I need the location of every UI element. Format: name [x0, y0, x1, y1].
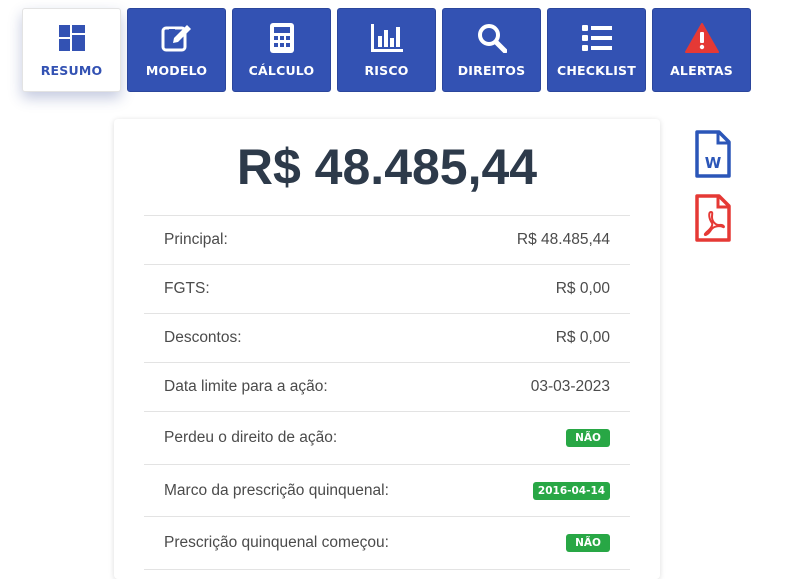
summary-row-perdeu-direito: Perdeu o direito de ação: NÃO: [144, 412, 630, 465]
tab-checklist[interactable]: CHECKLIST: [547, 8, 646, 92]
tab-direitos[interactable]: DIREITOS: [442, 8, 541, 92]
calculator-icon: [269, 22, 294, 53]
row-value: 03-03-2023: [530, 378, 610, 395]
row-label: Descontos:: [164, 329, 242, 346]
summary-row-data-limite: Data limite para a ação: 03-03-2023: [144, 363, 630, 412]
row-label: FGTS:: [164, 280, 210, 297]
status-badge: NÃO: [566, 429, 610, 447]
date-badge: 2016-04-14: [533, 481, 610, 500]
summary-row-fgts: FGTS: R$ 0,00: [144, 265, 630, 314]
row-label: Data limite para a ação:: [164, 378, 328, 395]
tab-label: DIREITOS: [457, 62, 526, 78]
list-icon: [581, 23, 612, 53]
tab-label: ALERTAS: [670, 62, 733, 78]
tab-label: CÁLCULO: [248, 62, 315, 78]
row-label: Marco da prescrição quinquenal:: [164, 481, 389, 499]
tab-resumo[interactable]: RESUMO: [22, 8, 121, 92]
tab-alertas[interactable]: ALERTAS: [652, 8, 751, 92]
tab-label: MODELO: [145, 62, 208, 78]
warning-icon: [684, 22, 719, 53]
tab-calculo[interactable]: CÁLCULO: [232, 8, 331, 92]
bar-chart-icon: [370, 23, 403, 53]
row-value: R$ 48.485,44: [516, 231, 610, 248]
tab-label: RISCO: [364, 62, 409, 78]
total-amount: R$ 48.485,44: [144, 119, 630, 216]
row-label: Perdeu o direito de ação:: [164, 429, 338, 446]
pdf-file-icon[interactable]: [695, 194, 731, 242]
summary-row-descontos: Descontos: R$ 0,00: [144, 314, 630, 363]
word-letter: W: [705, 154, 722, 172]
dashboard-icon: [58, 23, 85, 53]
row-value: R$ 0,00: [555, 280, 610, 297]
word-file-icon[interactable]: W: [695, 130, 731, 178]
tab-modelo[interactable]: MODELO: [127, 8, 226, 92]
status-badge: NÃO: [566, 534, 610, 552]
search-icon: [477, 23, 507, 53]
edit-icon: [161, 23, 193, 53]
summary-row-prescricao-comecou: Prescrição quinquenal começou: NÃO: [144, 517, 630, 570]
tab-label: RESUMO: [40, 62, 103, 78]
download-icons: W: [695, 130, 731, 258]
row-label: Prescrição quinquenal começou:: [164, 534, 389, 551]
summary-row-principal: Principal: R$ 48.485,44: [144, 216, 630, 265]
nav-tabs: RESUMO MODELO CÁLCULO RISCO DIREITOS CHE…: [22, 8, 751, 92]
summary-row-marco-prescricao: Marco da prescrição quinquenal: 2016-04-…: [144, 465, 630, 517]
tab-risco[interactable]: RISCO: [337, 8, 436, 92]
row-label: Principal:: [164, 231, 228, 248]
tab-label: CHECKLIST: [557, 62, 636, 78]
summary-card: R$ 48.485,44 Principal: R$ 48.485,44 FGT…: [114, 119, 660, 579]
row-value: R$ 0,00: [555, 329, 610, 346]
